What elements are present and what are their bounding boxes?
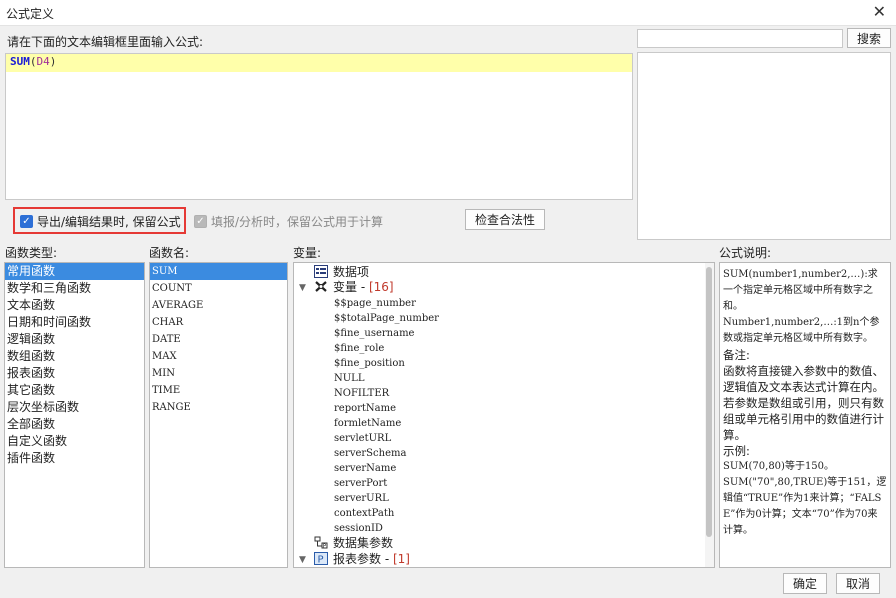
variable-item[interactable]: sessionID bbox=[334, 520, 383, 535]
variable-item[interactable]: contextPath bbox=[334, 505, 394, 520]
ok-button[interactable]: 确定 bbox=[783, 573, 827, 594]
function-name-item[interactable]: CHAR bbox=[150, 314, 287, 331]
function-type-item[interactable]: 自定义函数 bbox=[5, 433, 144, 450]
tree-node-dataset-params[interactable]: P 数据集参数 bbox=[314, 536, 393, 551]
close-icon[interactable]: ✕ bbox=[873, 2, 886, 21]
keep-formula-fill-checkbox: ✓ bbox=[194, 215, 207, 228]
keep-formula-fill-label: 填报/分析时，保留公式用于计算 bbox=[211, 215, 384, 229]
report-params-label: 报表参数 - bbox=[333, 552, 390, 566]
window-title: 公式定义 bbox=[6, 7, 55, 21]
variable-item[interactable]: formletName bbox=[334, 415, 401, 430]
tree-node-variables[interactable]: 变量 - [16] bbox=[314, 280, 394, 295]
formula-line[interactable]: SUM(D4) bbox=[6, 54, 632, 72]
function-type-item[interactable]: 日期和时间函数 bbox=[5, 314, 144, 331]
function-name-item[interactable]: MIN bbox=[150, 365, 287, 382]
description-header: 公式说明: bbox=[719, 246, 772, 260]
variables-scrollbar[interactable] bbox=[705, 263, 714, 567]
function-name-item[interactable]: DATE bbox=[150, 331, 287, 348]
validate-button[interactable]: 检查合法性 bbox=[465, 209, 545, 230]
variable-item[interactable]: serverPort bbox=[334, 475, 387, 490]
function-name-item[interactable]: MAX bbox=[150, 348, 287, 365]
variables-count: [16] bbox=[368, 280, 394, 294]
editor-prompt: 请在下面的文本编辑框里面输入公式: bbox=[7, 35, 204, 49]
function-types-list[interactable]: 常用函数 数学和三角函数 文本函数 日期和时间函数 逻辑函数 数组函数 报表函数… bbox=[4, 262, 145, 568]
formula-description: SUM(number1,number2,…):求一个指定单元格区域中所有数字之和… bbox=[719, 262, 891, 568]
function-type-item[interactable]: 文本函数 bbox=[5, 297, 144, 314]
svg-text:P: P bbox=[318, 555, 324, 566]
formula-paren-close: ) bbox=[49, 55, 57, 68]
tree-node-report-params[interactable]: P 报表参数 - [1] bbox=[314, 552, 410, 567]
description-paragraph: SUM(70,80)等于150。 bbox=[723, 461, 835, 472]
keep-formula-export-option[interactable]: ✓ 导出/编辑结果时, 保留公式 bbox=[20, 213, 181, 230]
variable-item[interactable]: $$totalPage_number bbox=[334, 310, 439, 325]
search-results-panel bbox=[637, 52, 891, 240]
function-names-list[interactable]: SUM COUNT AVERAGE CHAR DATE MAX MIN TIME… bbox=[149, 262, 288, 568]
function-type-item[interactable]: 插件函数 bbox=[5, 450, 144, 467]
formula-function: SUM bbox=[10, 55, 30, 68]
expand-icon[interactable]: ▼ bbox=[299, 283, 306, 293]
keep-formula-export-checkbox[interactable]: ✓ bbox=[20, 215, 33, 228]
data-item-icon bbox=[314, 265, 328, 278]
scrollbar-thumb[interactable] bbox=[706, 267, 712, 537]
variable-icon bbox=[315, 281, 327, 292]
function-types-header: 函数类型: bbox=[5, 246, 58, 260]
variable-item[interactable]: serverName bbox=[334, 460, 396, 475]
function-names-header: 函数名: bbox=[149, 246, 190, 260]
keep-formula-export-label: 导出/编辑结果时, 保留公式 bbox=[37, 215, 181, 229]
variable-item[interactable]: $fine_position bbox=[334, 355, 405, 370]
variable-item[interactable]: reportName bbox=[334, 400, 396, 415]
function-type-item[interactable]: 层次坐标函数 bbox=[5, 399, 144, 416]
description-paragraph: 示例: bbox=[723, 444, 750, 458]
function-name-item[interactable]: TIME bbox=[150, 382, 287, 399]
function-type-item[interactable]: 数学和三角函数 bbox=[5, 280, 144, 297]
function-type-item[interactable]: 全部函数 bbox=[5, 416, 144, 433]
dataset-params-icon: P bbox=[314, 536, 328, 549]
function-type-item[interactable]: 其它函数 bbox=[5, 382, 144, 399]
cancel-button[interactable]: 取消 bbox=[836, 573, 880, 594]
report-params-count: [1] bbox=[392, 552, 410, 566]
description-paragraph: SUM(number1,number2,…):求一个指定单元格区域中所有数字之和… bbox=[723, 269, 878, 312]
keep-formula-fill-option: ✓ 填报/分析时，保留公式用于计算 bbox=[194, 213, 383, 230]
variables-label: 变量 - bbox=[333, 280, 366, 294]
tree-node-data-item[interactable]: 数据项 bbox=[314, 265, 369, 280]
function-name-item[interactable]: AVERAGE bbox=[150, 297, 287, 314]
function-name-item[interactable]: RANGE bbox=[150, 399, 287, 416]
dataset-params-label: 数据集参数 bbox=[333, 536, 394, 550]
formula-paren-open: ( bbox=[29, 55, 37, 68]
variable-item[interactable]: serverSchema bbox=[334, 445, 406, 460]
search-input[interactable] bbox=[637, 29, 843, 48]
function-type-item[interactable]: 常用函数 bbox=[5, 263, 144, 280]
variables-tree[interactable]: 数据项 ▼ 变量 - [16] $$page_number $$totalPag… bbox=[293, 262, 715, 568]
variable-item[interactable]: $fine_role bbox=[334, 340, 384, 355]
variable-item[interactable]: $$page_number bbox=[334, 295, 416, 310]
svg-text:P: P bbox=[323, 544, 326, 550]
description-paragraph: SUM("70",80,TRUE)等于151，逻辑值“TRUE”作为1来计算；“… bbox=[723, 477, 887, 536]
search-button[interactable]: 搜索 bbox=[847, 28, 891, 48]
variable-item[interactable]: servletURL bbox=[334, 430, 391, 445]
expand-icon[interactable]: ▼ bbox=[299, 555, 306, 565]
function-type-item[interactable]: 报表函数 bbox=[5, 365, 144, 382]
formula-editor[interactable]: SUM(D4) bbox=[5, 53, 633, 200]
description-paragraph: 函数将直接键入参数中的数值、逻辑值及文本表达式计算在内。若参数是数组或引用，则只… bbox=[723, 364, 884, 442]
variable-item[interactable]: NULL bbox=[334, 370, 364, 385]
function-name-item[interactable]: COUNT bbox=[150, 280, 287, 297]
variable-item[interactable]: serverURL bbox=[334, 490, 389, 505]
report-params-icon: P bbox=[314, 552, 328, 565]
data-item-label: 数据项 bbox=[333, 265, 370, 279]
description-paragraph: 备注: bbox=[723, 348, 750, 362]
variable-item[interactable]: NOFILTER bbox=[334, 385, 389, 400]
formula-argument: D4 bbox=[36, 55, 50, 68]
function-name-item[interactable]: SUM bbox=[150, 263, 287, 280]
function-type-item[interactable]: 逻辑函数 bbox=[5, 331, 144, 348]
title-bar: 公式定义 ✕ bbox=[0, 0, 896, 26]
function-type-item[interactable]: 数组函数 bbox=[5, 348, 144, 365]
variables-header: 变量: bbox=[293, 246, 322, 260]
variable-item[interactable]: $fine_username bbox=[334, 325, 414, 340]
description-paragraph: Number1,number2,…:1到n个参数或指定单元格区域中所有数字。 bbox=[723, 317, 880, 344]
